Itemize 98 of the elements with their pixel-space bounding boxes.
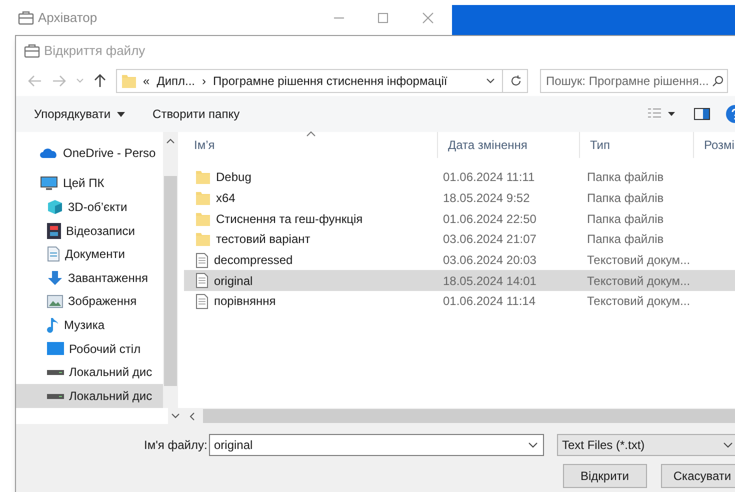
up-arrow-icon[interactable] bbox=[94, 74, 106, 88]
folder-icon bbox=[196, 191, 210, 206]
sidebar-item[interactable]: Локальний дис bbox=[16, 384, 164, 408]
file-type: Текстовий докум... bbox=[586, 293, 690, 310]
sidebar-item[interactable]: Цей ПК bbox=[16, 172, 164, 196]
window-title: Архіватор bbox=[38, 8, 98, 27]
breadcrumb[interactable]: › bbox=[202, 72, 206, 90]
text-file-icon bbox=[196, 273, 208, 288]
open-button[interactable]: Відкрити bbox=[563, 464, 646, 488]
column-header[interactable]: Ім’я bbox=[184, 132, 438, 158]
sidebar-item[interactable]: Документи bbox=[16, 242, 164, 266]
preview-pane-icon[interactable] bbox=[694, 108, 710, 120]
sort-caret-icon bbox=[306, 131, 316, 137]
file-type: Папка файлів bbox=[586, 190, 664, 208]
file-row[interactable]: decompressed 03.06.2024 20:03 Текстовий докум... bbox=[184, 250, 735, 270]
file-name: порівняння bbox=[214, 293, 276, 310]
modified-date: 01.06.2024 11:11 bbox=[442, 169, 536, 186]
search-field[interactable]: Пошук: Програмне рішення... bbox=[540, 69, 728, 93]
chevron-down-icon[interactable] bbox=[528, 442, 538, 448]
search-icon[interactable] bbox=[712, 75, 724, 87]
breadcrumb[interactable]: Дипл... bbox=[156, 72, 196, 90]
view-options-icon[interactable] bbox=[648, 108, 678, 120]
file-name: Debug bbox=[216, 169, 252, 186]
modified-date: 03.06.2024 20:03 bbox=[442, 252, 538, 270]
file-row[interactable]: original 18.05.2024 14:01 Текстовий докум... bbox=[184, 270, 735, 292]
refresh-icon[interactable] bbox=[510, 75, 522, 87]
file-name: тестовий варіант bbox=[216, 231, 310, 248]
window-icon bbox=[18, 10, 34, 24]
chevron-down-icon[interactable] bbox=[486, 78, 495, 84]
monitor-icon bbox=[40, 176, 58, 191]
text-file-icon bbox=[196, 294, 208, 309]
chevron-down-icon[interactable] bbox=[723, 442, 733, 448]
folder-icon bbox=[196, 232, 210, 246]
scroll-left-icon[interactable] bbox=[189, 412, 195, 420]
cloud-icon bbox=[40, 148, 58, 158]
music-note-icon bbox=[47, 316, 59, 333]
caret-icon bbox=[116, 112, 125, 116]
sidebar-item[interactable]: Робочий стіл bbox=[16, 336, 164, 360]
file-type: Папка файлів bbox=[586, 169, 664, 186]
address-bar[interactable]: « Дипл... › Програмне рішення стиснення інформації bbox=[116, 69, 528, 93]
file-name: original bbox=[214, 272, 253, 290]
file-type: Папка файлів bbox=[586, 210, 664, 228]
file-name-field[interactable]: original bbox=[209, 434, 544, 456]
file-row[interactable]: x64 18.05.2024 9:52 Папка файлів bbox=[184, 188, 735, 208]
modified-date: 18.05.2024 14:01 bbox=[442, 272, 538, 290]
file-type: Текстовий докум... bbox=[586, 272, 690, 290]
sidebar-item[interactable]: Відеозаписи bbox=[16, 218, 164, 242]
scroll-down-icon[interactable] bbox=[171, 413, 180, 419]
file-row[interactable]: Debug 01.06.2024 11:11 Папка файлів bbox=[184, 167, 735, 188]
file-row[interactable]: тестовий варіант 03.06.2024 21:07 Папка файлів bbox=[184, 229, 735, 250]
modified-date: 18.05.2024 9:52 bbox=[442, 190, 531, 208]
film-icon bbox=[47, 222, 61, 239]
file-name-label: Ім'я файлу: bbox=[144, 437, 206, 454]
breadcrumb[interactable]: Програмне рішення стиснення інформації bbox=[213, 72, 448, 90]
cancel-button[interactable]: Скасувати bbox=[660, 464, 735, 488]
sidebar-item[interactable]: 3D-об’єкти bbox=[16, 195, 164, 219]
file-row[interactable]: Стиснення та геш-функція 01.06.2024 22:50 Папка файлів bbox=[184, 208, 735, 230]
file-name-input[interactable]: original bbox=[214, 436, 528, 454]
search-input[interactable]: Пошук: Програмне рішення... bbox=[546, 72, 712, 90]
sidebar-item[interactable]: Локальний дис bbox=[16, 360, 164, 384]
column-header[interactable]: Розмі bbox=[694, 132, 734, 158]
document-icon bbox=[47, 246, 60, 262]
image-icon bbox=[47, 294, 63, 308]
file-type: Папка файлів bbox=[586, 231, 664, 248]
file-type-dropdown[interactable]: Text Files (*.txt) bbox=[557, 434, 735, 456]
column-header[interactable]: Дата змінення bbox=[438, 132, 580, 158]
sidebar-item[interactable]: Зображення bbox=[16, 290, 164, 314]
sidebar-item[interactable]: Музика bbox=[16, 313, 164, 337]
file-name: x64 bbox=[216, 190, 236, 208]
modified-date: 01.06.2024 22:50 bbox=[442, 210, 538, 228]
scroll-up-icon[interactable] bbox=[166, 138, 176, 144]
file-name: decompressed bbox=[214, 252, 293, 270]
modified-date: 03.06.2024 21:07 bbox=[442, 231, 538, 248]
dialog-title: Відкриття файлу bbox=[44, 42, 146, 60]
text-file-icon bbox=[196, 252, 208, 268]
file-type: Текстовий докум... bbox=[586, 252, 690, 270]
down-arrow-icon bbox=[47, 270, 63, 286]
cube-icon bbox=[47, 198, 63, 215]
file-name: Стиснення та геш-функція bbox=[216, 210, 363, 228]
dialog-icon bbox=[24, 44, 40, 58]
column-header[interactable]: Тип bbox=[580, 132, 694, 158]
new-folder-button[interactable]: Створити папку bbox=[152, 105, 240, 123]
modified-date: 01.06.2024 11:14 bbox=[442, 293, 537, 310]
sidebar-item[interactable]: OneDrive - Perso bbox=[16, 141, 164, 165]
horizontal-scrollbar[interactable] bbox=[183, 408, 735, 424]
folder-icon bbox=[196, 212, 210, 226]
maximize-icon[interactable] bbox=[377, 12, 389, 24]
file-row[interactable]: порівняння 01.06.2024 11:14 Текстовий докум... bbox=[184, 291, 735, 312]
close-icon[interactable] bbox=[422, 12, 434, 24]
sidebar-scrollbar[interactable] bbox=[163, 132, 178, 408]
drive-icon bbox=[47, 392, 64, 400]
screen-icon bbox=[47, 342, 64, 356]
folder-icon bbox=[122, 74, 136, 88]
drive-icon bbox=[47, 368, 64, 376]
organize-button[interactable]: Упорядкувати bbox=[34, 105, 125, 123]
breadcrumb[interactable]: « bbox=[143, 72, 150, 90]
folder-icon bbox=[196, 170, 210, 184]
sidebar-item[interactable]: Завантаження bbox=[16, 266, 164, 290]
